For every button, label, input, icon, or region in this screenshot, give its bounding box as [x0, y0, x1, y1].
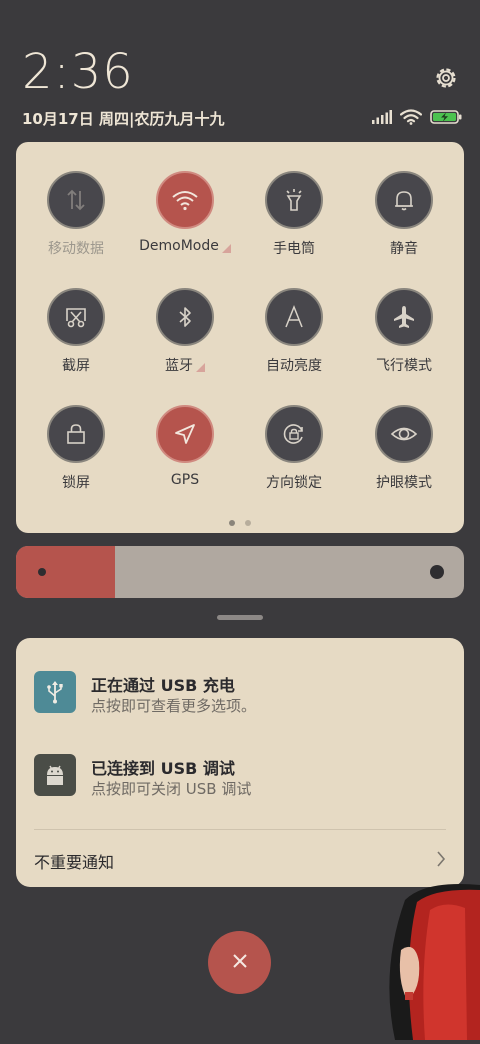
lock-icon — [47, 405, 105, 463]
page-indicator — [16, 520, 464, 526]
quick-settings-panel: 移动数据 DemoMode 手电筒 静音 截屏 蓝牙 自动亮度 飞行模式 锁屏 … — [16, 142, 464, 533]
page-dot-active — [229, 520, 235, 526]
submenu-indicator-icon — [196, 362, 205, 372]
screenshot-icon — [47, 288, 105, 346]
tile-label: 飞行模式 — [376, 358, 432, 374]
wifi-icon — [400, 109, 422, 125]
tile-label: 手电筒 — [273, 241, 315, 257]
tile-rotation-lock[interactable]: 方向锁定 — [238, 405, 350, 515]
status-bar — [372, 109, 462, 125]
battery-charging-icon — [430, 110, 462, 124]
tile-flashlight[interactable]: 手电筒 — [238, 171, 350, 281]
auto-brightness-icon — [265, 288, 323, 346]
clock-time: 2:36 — [22, 44, 134, 100]
page-dot — [245, 520, 251, 526]
mobile-data-icon — [47, 171, 105, 229]
divider — [34, 829, 446, 830]
notification-subtitle: 点按即可关闭 USB 调试 — [91, 780, 252, 798]
eye-icon — [375, 405, 433, 463]
notification-usb-debugging[interactable]: 已连接到 USB 调试 点按即可关闭 USB 调试 — [34, 754, 444, 798]
signal-icon — [372, 110, 392, 124]
tile-gps[interactable]: GPS — [129, 405, 241, 515]
tile-mute[interactable]: 静音 — [348, 171, 460, 281]
clear-all-button[interactable] — [208, 931, 271, 994]
notification-subtitle: 点按即可查看更多选项。 — [91, 697, 257, 715]
tile-airplane[interactable]: 飞行模式 — [348, 288, 460, 398]
tile-label: 自动亮度 — [266, 358, 322, 374]
tile-mobile-data[interactable]: 移动数据 — [20, 171, 132, 281]
bell-icon — [375, 171, 433, 229]
drag-handle[interactable] — [217, 615, 263, 620]
tile-label: GPS — [170, 472, 200, 488]
notification-panel: 正在通过 USB 充电 点按即可查看更多选项。 已连接到 USB 调试 点按即可… — [16, 638, 464, 887]
date-text: 10月17日 周四|农历九月十九 — [22, 110, 225, 128]
tile-eye-care[interactable]: 护眼模式 — [348, 405, 460, 515]
flashlight-icon — [265, 171, 323, 229]
tile-label: 锁屏 — [62, 475, 90, 491]
tile-label: 截屏 — [62, 358, 90, 374]
tile-lock-screen[interactable]: 锁屏 — [20, 405, 132, 515]
brightness-fill — [16, 546, 115, 598]
tile-label: 移动数据 — [48, 241, 104, 257]
bluetooth-icon — [156, 288, 214, 346]
submenu-indicator-icon — [221, 243, 231, 253]
tile-label: 方向锁定 — [266, 475, 322, 491]
notification-title: 已连接到 USB 调试 — [91, 759, 235, 778]
tile-label: DemoMode — [139, 238, 219, 254]
gear-icon[interactable] — [432, 64, 460, 92]
brightness-slider[interactable] — [16, 546, 464, 598]
airplane-icon — [375, 288, 433, 346]
less-important-notifications-link[interactable]: 不重要通知 — [34, 849, 114, 873]
brightness-low-icon — [38, 568, 46, 576]
usb-icon — [34, 671, 76, 713]
tile-bluetooth[interactable]: 蓝牙 — [129, 288, 241, 398]
wifi-icon — [156, 171, 214, 229]
tile-auto-brightness[interactable]: 自动亮度 — [238, 288, 350, 398]
android-icon — [34, 754, 76, 796]
location-arrow-icon — [156, 405, 214, 463]
tile-label: 静音 — [390, 241, 418, 257]
brightness-high-icon — [430, 565, 444, 579]
close-icon — [231, 952, 249, 974]
rotation-lock-icon — [265, 405, 323, 463]
notification-usb-charging[interactable]: 正在通过 USB 充电 点按即可查看更多选项。 — [34, 671, 444, 715]
tile-label: 蓝牙 — [165, 358, 193, 374]
tile-demomode[interactable]: DemoMode — [129, 171, 241, 281]
notification-title: 正在通过 USB 充电 — [91, 676, 235, 695]
wallpaper-character-image — [385, 880, 480, 1040]
chevron-right-icon[interactable] — [436, 850, 446, 872]
tile-label: 护眼模式 — [376, 475, 432, 491]
tile-screenshot[interactable]: 截屏 — [20, 288, 132, 398]
